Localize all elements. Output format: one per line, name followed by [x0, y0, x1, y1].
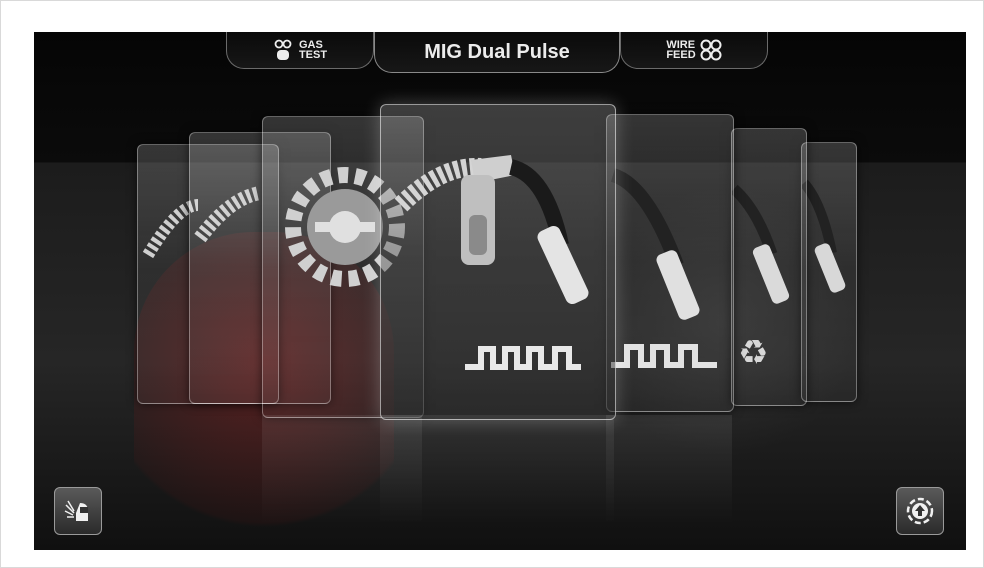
process-card-pulse[interactable] — [606, 114, 734, 412]
gas-test-button[interactable]: GAS TEST — [226, 32, 374, 69]
mig-torch-icon — [802, 179, 846, 293]
wire-feed-button[interactable]: WIRE FEED — [620, 32, 768, 69]
gas-test-line2: TEST — [298, 49, 328, 61]
process-card-selected-mig-dual-pulse[interactable] — [380, 104, 616, 420]
dual-pulse-wave-icon — [465, 346, 581, 370]
card-reflection — [606, 415, 732, 525]
pulse-wave-icon — [611, 344, 717, 368]
svg-text:♻: ♻ — [738, 333, 768, 373]
wire-feed-line2: FEED — [666, 49, 696, 61]
mode-title: MIG Dual Pulse — [424, 40, 570, 63]
welder-screen: GAS TEST MIG Dual Pulse WIRE FEED ♻ — [34, 32, 966, 550]
mig-torch-icon: ♻ — [732, 184, 790, 373]
mode-title-bar: MIG Dual Pulse — [374, 32, 620, 73]
mig-torch-icon — [394, 155, 589, 370]
upload-circle-icon — [906, 497, 934, 525]
card-reflection — [380, 415, 614, 525]
welder-mode-button[interactable] — [54, 487, 102, 535]
process-card-right-2[interactable]: ♻ — [731, 128, 807, 406]
mig-torch-icon — [610, 168, 717, 368]
wire-spool-icon — [700, 39, 722, 61]
upload-button[interactable] — [896, 487, 944, 535]
welder-icon — [64, 500, 88, 521]
process-card-far-right[interactable] — [801, 142, 857, 402]
gas-cylinder-icon — [274, 39, 292, 60]
